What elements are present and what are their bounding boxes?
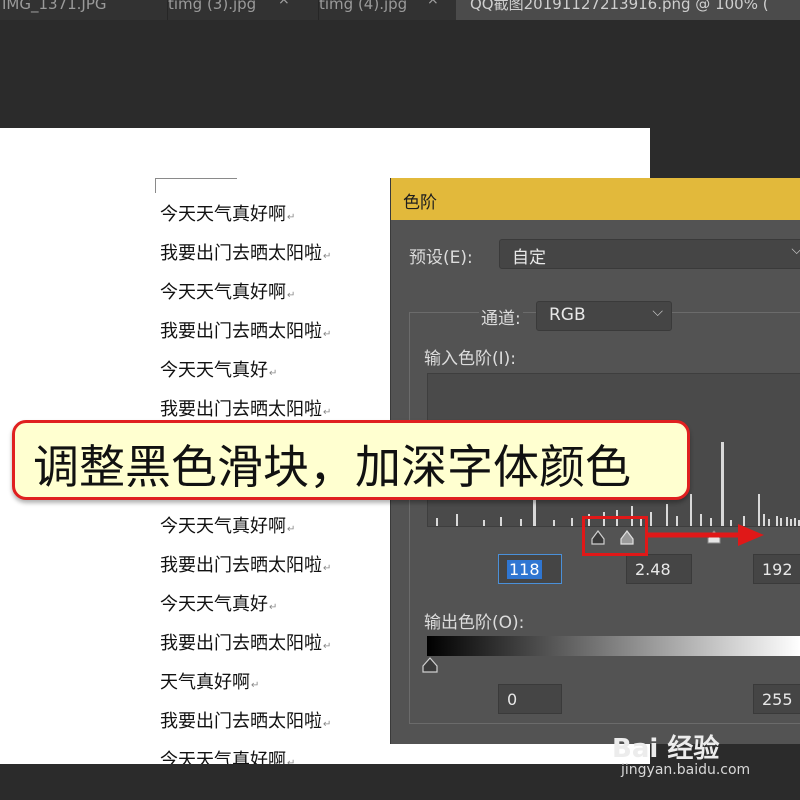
doc-text-line: 我要出门去晒太阳啦↵ bbox=[160, 711, 332, 732]
input-white-field[interactable]: 192 bbox=[753, 554, 800, 584]
doc-text-line: 天气真好啊↵ bbox=[160, 672, 260, 693]
input-midtone-field[interactable]: 2.48 bbox=[626, 554, 692, 584]
input-levels-label: 输入色阶(I): bbox=[424, 349, 517, 369]
preset-dropdown[interactable]: 自定 ⌵ bbox=[499, 239, 800, 269]
output-levels-label: 输出色阶(O): bbox=[424, 613, 525, 633]
output-gradient-bar bbox=[427, 636, 800, 656]
instruction-callout: 调整黑色滑块，加深字体颜色 bbox=[12, 420, 690, 500]
close-icon[interactable]: × bbox=[278, 0, 290, 7]
chevron-down-icon: ⌵ bbox=[652, 304, 663, 320]
tab-label: timg (4).jpg bbox=[319, 0, 408, 13]
doc-text-line: 今天天气真好啊↵ bbox=[160, 750, 296, 764]
output-white-field[interactable]: 255 bbox=[753, 684, 800, 714]
doc-text-line: 我要出门去晒太阳啦↵ bbox=[160, 321, 332, 342]
highlight-box bbox=[582, 516, 648, 556]
dialog-title-bar[interactable]: 色阶 bbox=[391, 178, 800, 220]
page-corner-mark bbox=[155, 178, 237, 193]
tab-qq-screenshot[interactable]: QQ截图20191127213916.png @ 100% ( bbox=[456, 0, 800, 20]
channel-dropdown[interactable]: RGB ⌵ bbox=[536, 301, 672, 331]
red-arrow-icon bbox=[646, 524, 764, 546]
preset-label: 预设(E): bbox=[409, 248, 473, 268]
callout-text: 调整黑色滑块，加深字体颜色 bbox=[33, 440, 631, 494]
output-black-slider[interactable] bbox=[422, 656, 440, 674]
channel-value: RGB bbox=[549, 305, 586, 325]
channel-label: 通道: bbox=[479, 304, 523, 329]
doc-text-line: 今天天气真好啊↵ bbox=[160, 282, 296, 303]
doc-text-line: 我要出门去晒太阳啦↵ bbox=[160, 243, 332, 264]
doc-text-line: 我要出门去晒太阳啦↵ bbox=[160, 555, 332, 576]
watermark-url: jingyan.baidu.com bbox=[621, 762, 751, 778]
doc-text-line: 今天天气真好啊↵ bbox=[160, 516, 296, 537]
document-tab-bar: IMG_1371.JPG timg (3).jpg × timg (4).jpg… bbox=[0, 0, 800, 20]
tab-img-1371[interactable]: IMG_1371.JPG bbox=[0, 0, 168, 20]
tab-timg-4[interactable]: timg (4).jpg × bbox=[305, 0, 470, 20]
close-icon[interactable]: × bbox=[427, 0, 439, 7]
tab-label: IMG_1371.JPG bbox=[2, 0, 107, 13]
doc-text-line: 今天天气真好↵ bbox=[160, 594, 278, 615]
input-black-field[interactable]: 118 bbox=[498, 554, 562, 584]
output-black-field[interactable]: 0 bbox=[498, 684, 562, 714]
tab-label: timg (3).jpg bbox=[168, 0, 257, 13]
preset-value: 自定 bbox=[512, 248, 546, 268]
tab-timg-3[interactable]: timg (3).jpg × bbox=[154, 0, 319, 20]
doc-text-line: 我要出门去晒太阳啦↵ bbox=[160, 633, 332, 654]
dialog-title: 色阶 bbox=[403, 193, 437, 213]
baidu-jingyan-logo: Bai 经验 bbox=[612, 734, 720, 764]
doc-text-line: 今天天气真好啊↵ bbox=[160, 204, 296, 225]
tab-label: QQ截图20191127213916.png @ 100% ( bbox=[470, 0, 769, 13]
doc-text-line: 今天天气真好↵ bbox=[160, 360, 278, 381]
doc-text-line: 我要出门去晒太阳啦↵ bbox=[160, 399, 332, 420]
chevron-down-icon: ⌵ bbox=[791, 242, 800, 258]
